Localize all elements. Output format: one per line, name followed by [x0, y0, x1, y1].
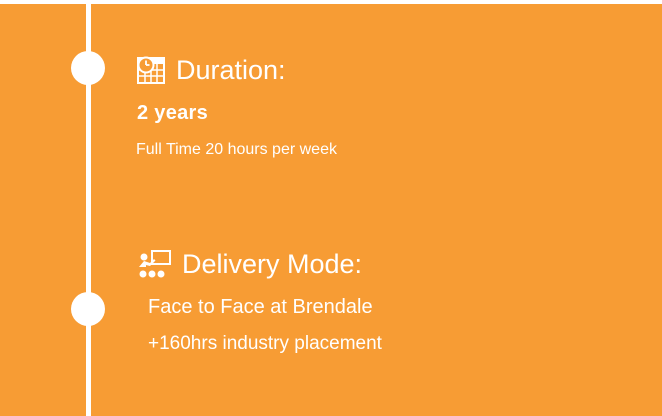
- delivery-mode-heading: Delivery Mode:: [138, 248, 362, 280]
- course-info-panel: Duration: 2 years Full Time 20 hours per…: [0, 0, 662, 416]
- duration-heading-label: Duration:: [176, 55, 286, 85]
- delivery-mode-value: Face to Face at Brendale: [148, 296, 373, 318]
- classroom-icon: [138, 249, 172, 279]
- duration-detail: Full Time 20 hours per week: [136, 141, 337, 158]
- delivery-mode-detail: +160hrs industry placement: [148, 333, 382, 354]
- top-divider: [0, 0, 662, 4]
- delivery-mode-heading-label: Delivery Mode:: [182, 249, 363, 279]
- timeline-dot-delivery: [71, 292, 105, 326]
- timeline-dot-duration: [71, 51, 105, 85]
- calendar-clock-icon: [136, 55, 166, 85]
- duration-heading: Duration:: [136, 54, 286, 86]
- duration-value: 2 years: [137, 102, 209, 124]
